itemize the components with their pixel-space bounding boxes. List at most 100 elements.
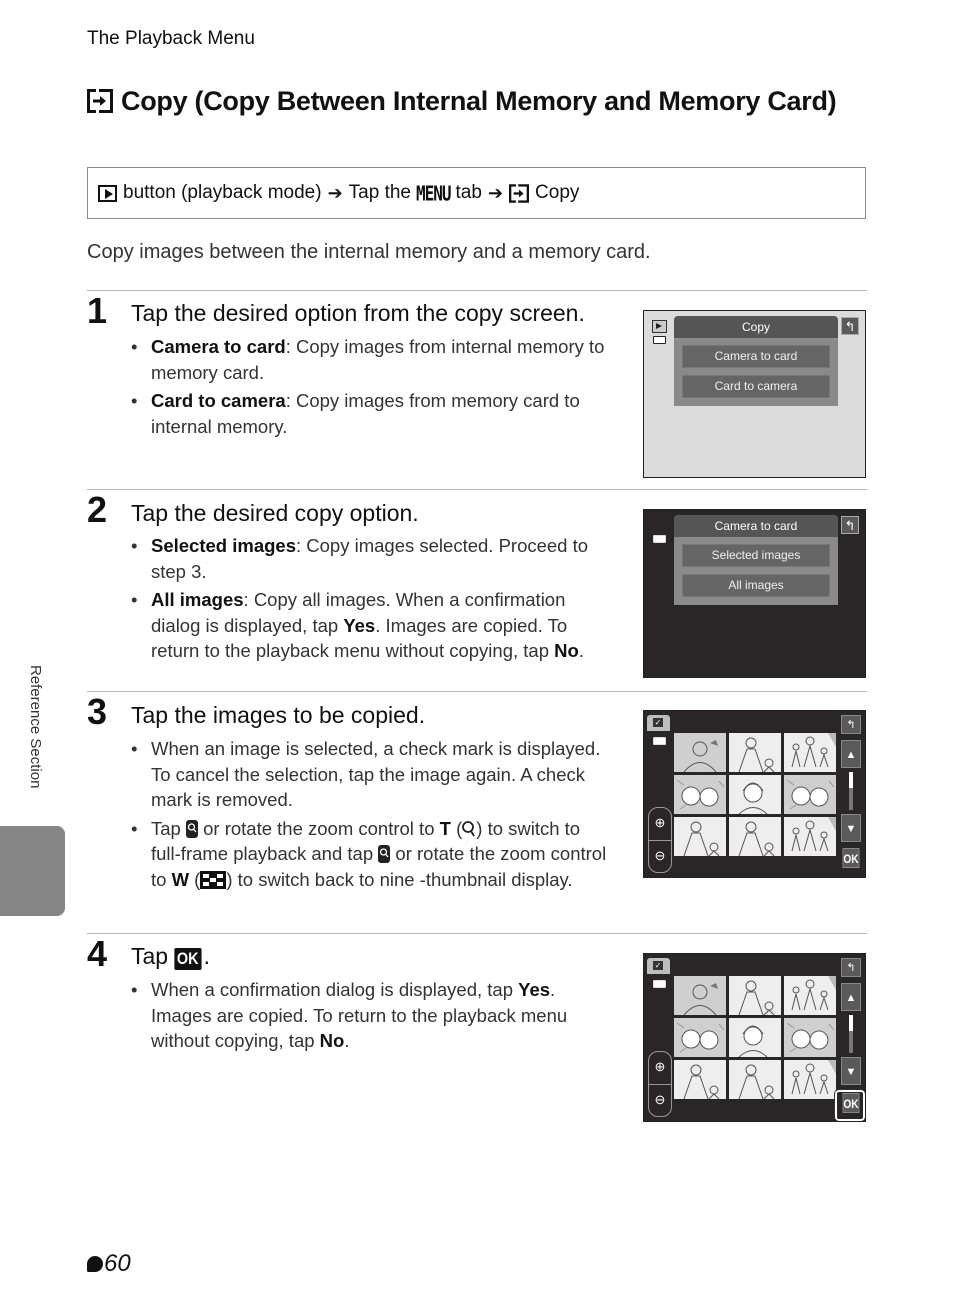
thumbnail-sketch [791, 733, 836, 768]
check-mode-icon: ✓ [647, 958, 670, 974]
thumbnail-image[interactable] [784, 817, 836, 856]
playback-mode-icon [652, 320, 667, 333]
step-bullets: Selected images: Copy images selected. P… [131, 533, 611, 667]
step-bullets: When an image is selected, a check mark … [131, 736, 611, 895]
page-title-text: Copy (Copy Between Internal Memory and M… [121, 86, 837, 116]
zoom-in-button[interactable]: ⊕ [649, 808, 671, 841]
step-number: 3 [87, 691, 108, 732]
scroll-up-button[interactable]: ▲ [841, 983, 861, 1011]
step-number: 2 [87, 489, 108, 530]
thumbnail-image[interactable] [674, 976, 726, 1015]
copy-option-menu: Camera to card Selected images All image… [674, 515, 838, 605]
back-button[interactable]: ↰ [841, 516, 859, 534]
zoom-out-button[interactable]: ⊖ [649, 1085, 671, 1117]
thumbnail-grid [674, 733, 836, 856]
option-camera-to-card[interactable]: Camera to card [682, 345, 830, 368]
arrow-icon: ➔ [327, 182, 343, 203]
ok-button[interactable]: OK [842, 848, 860, 868]
option-selected-images[interactable]: Selected images [682, 544, 830, 567]
copy-menu: Copy Camera to card Card to camera [674, 316, 838, 406]
thumbnail-grid-icon [200, 870, 227, 889]
divider [87, 933, 867, 934]
section-label: Reference Section [27, 665, 44, 789]
step-number: 1 [87, 290, 108, 331]
thumbnail-image[interactable] [784, 1060, 836, 1099]
thumbnail-image[interactable] [784, 733, 836, 772]
thumbnail-image[interactable] [729, 1060, 781, 1099]
thumbnail-sketch [791, 817, 836, 852]
check-mode-icon: ✓ [647, 715, 670, 731]
menu-title: Copy [674, 316, 838, 338]
section-tab [0, 826, 65, 916]
bullet-item: Card to camera: Copy images from memory … [131, 388, 611, 439]
thumbnail-sketch [786, 1022, 835, 1053]
thumbnail-sketch [791, 1060, 836, 1095]
thumbnail-image[interactable] [674, 733, 726, 772]
bullet-item: Tap or rotate the zoom control to T () t… [131, 816, 611, 893]
scroll-up-button[interactable]: ▲ [841, 740, 861, 768]
back-button[interactable]: ↰ [841, 715, 861, 734]
battery-icon [653, 336, 666, 344]
nav-part3: Copy [535, 182, 580, 203]
zoom-controls: ⊕ ⊖ [648, 1051, 672, 1117]
thumbnail-image[interactable] [674, 817, 726, 856]
thumbnail-sketch [683, 821, 720, 856]
thumbnail-image[interactable] [729, 733, 781, 772]
battery-icon [653, 737, 666, 745]
thumbnail-grid [674, 976, 836, 1099]
scroll-down-button[interactable]: ▼ [841, 1057, 861, 1085]
camera-screen-copy-option: Camera to card Selected images All image… [643, 509, 866, 678]
thumbnail-image[interactable] [784, 775, 836, 814]
step-title: Tap the images to be copied. [131, 702, 426, 728]
thumbnail-sketch [683, 1064, 720, 1099]
playback-button-icon [98, 184, 117, 202]
ok-icon: OK [174, 948, 202, 970]
back-button[interactable]: ↰ [841, 317, 859, 335]
thumbnail-image[interactable] [784, 1018, 836, 1057]
camera-screen-thumbnails-ok: ✓ ⊕ ⊖ ↰ ▲ ▼ OK [643, 953, 866, 1122]
battery-icon [653, 535, 666, 543]
thumbnail-image[interactable] [729, 976, 781, 1015]
thumbnail-image[interactable] [784, 976, 836, 1015]
thumbnail-image[interactable] [729, 817, 781, 856]
option-card-to-camera[interactable]: Card to camera [682, 375, 830, 398]
scroll-down-button[interactable]: ▼ [841, 814, 861, 842]
bullet-item: When an image is selected, a check mark … [131, 736, 611, 813]
thumbnail-sketch [738, 1025, 768, 1057]
thumbnail-image[interactable] [674, 775, 726, 814]
thumbnail-image[interactable] [729, 775, 781, 814]
option-all-images[interactable]: All images [682, 574, 830, 597]
thumbnail-sketch [683, 983, 718, 1015]
intro-text: Copy images between the internal memory … [87, 241, 651, 263]
thumbnail-image[interactable] [674, 1060, 726, 1099]
thumbnail-sketch [738, 737, 775, 772]
thumbnail-sketch [738, 782, 768, 814]
zoom-controls: ⊕ ⊖ [648, 807, 672, 873]
menu-title: Camera to card [674, 515, 838, 537]
zoom-in-button-icon [185, 819, 198, 838]
thumbnail-image[interactable] [729, 1018, 781, 1057]
camera-screen-thumbnails: ✓ ⊕ ⊖ ↰ ▲ ▼ OK [643, 710, 866, 878]
thumbnail-sketch [676, 1022, 725, 1053]
zoom-in-button[interactable]: ⊕ [649, 1052, 671, 1085]
zoom-out-button[interactable]: ⊖ [649, 841, 671, 873]
thumbnail-sketch [738, 821, 775, 856]
nav-part1: button (playback mode) [123, 182, 322, 203]
page-number: 60 [87, 1250, 131, 1278]
thumbnail-sketch [676, 779, 725, 810]
thumbnail-image[interactable] [674, 1018, 726, 1057]
navigation-path: button (playback mode) ➔ Tap the MENU ta… [87, 167, 866, 219]
thumbnail-sketch [683, 740, 718, 772]
scrollbar[interactable] [849, 1015, 853, 1053]
step-bullets: Camera to card: Copy images from interna… [131, 334, 611, 442]
bullet-item: Selected images: Copy images selected. P… [131, 533, 611, 584]
menu-label-icon: MENU [415, 181, 452, 205]
copy-icon [509, 183, 530, 203]
step-title: Tap the desired copy option. [131, 500, 419, 526]
scrollbar[interactable] [849, 772, 853, 810]
divider [87, 691, 867, 692]
back-button[interactable]: ↰ [841, 958, 861, 977]
bullet-item: When a confirmation dialog is displayed,… [131, 977, 611, 1054]
thumbnail-sketch [738, 1064, 775, 1099]
bullet-item: All images: Copy all images. When a conf… [131, 587, 611, 664]
